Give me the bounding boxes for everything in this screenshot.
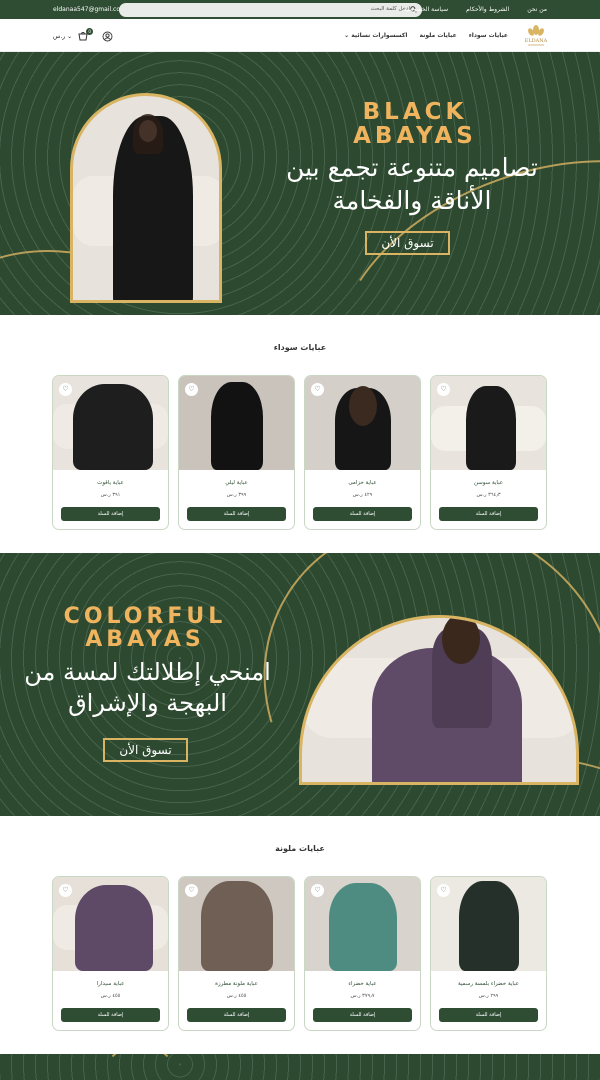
product-card[interactable]: ♡ عباية ملونة مطرزة ٤٥٥ ر.س إضافة للسلة (178, 876, 295, 1031)
add-to-cart-button[interactable]: إضافة للسلة (187, 507, 286, 521)
hero-title-line1: COLORFUL (63, 604, 227, 629)
hero-banner-colorful-abayas: COLORFUL ABAYAS امنحي إطلالتك لمسة من ال… (0, 553, 600, 816)
cart-count-badge: 0 (86, 28, 94, 35)
add-to-cart-button[interactable]: إضافة للسلة (439, 1008, 538, 1022)
product-card[interactable]: ♡ عباية خزامى ٤٢٩ ر.س إضافة للسلة (304, 375, 421, 530)
chevron-down-icon: ⌄ (67, 33, 73, 40)
product-card[interactable]: ♡ عباية خضراء بلمسة رسمية ٢٩٩ ر.س إضافة … (430, 876, 547, 1031)
wishlist-heart-icon[interactable]: ♡ (185, 383, 198, 396)
add-to-cart-button[interactable]: إضافة للسلة (61, 507, 160, 521)
section-title-colored-abayas: عبايات ملونة (275, 844, 325, 853)
product-card[interactable]: ♡ عباية ليلي ٣٩٩ ر.س إضافة للسلة (178, 375, 295, 530)
product-name[interactable]: عباية خضراء (305, 981, 420, 987)
wishlist-heart-icon[interactable]: ♡ (311, 383, 324, 396)
product-price: ٤٢٩ ر.س (352, 492, 373, 498)
nav-actions: ر.س ⌄ 0 (53, 28, 113, 42)
add-to-cart-button[interactable]: إضافة للسلة (187, 1008, 286, 1022)
link-privacy[interactable]: سياسة الخصوصية (403, 6, 448, 13)
contact-email[interactable]: eldanaa547@gmail.com (53, 6, 126, 13)
hero-title-line2: ABAYAS (353, 123, 477, 150)
hero-english-title: COLORFUL ABAYAS (60, 605, 230, 651)
model-image (459, 881, 519, 971)
hero-title-line1: BLACK (362, 99, 468, 125)
link-about[interactable]: من نحن (527, 6, 547, 13)
top-bar: eldanaa547@gmail.com ادخل كلمة البحث من … (0, 0, 600, 19)
product-price: ٤٥٥ ر.س (226, 993, 247, 999)
model-hair (349, 386, 377, 426)
product-name[interactable]: عباية خضراء بلمسة رسمية (431, 981, 546, 987)
hero-subtitle-line2: الأناقة والفخامة (332, 185, 492, 215)
hero-subtitle-line2: البهجة والإشراق (68, 689, 227, 718)
wishlist-heart-icon[interactable]: ♡ (311, 884, 324, 897)
model-image (466, 386, 516, 470)
wishlist-heart-icon[interactable]: ♡ (59, 383, 72, 396)
shop-now-button[interactable]: تسوق الأن (365, 231, 450, 255)
shop-now-button[interactable]: تسوق الأن (103, 738, 188, 762)
product-name[interactable]: عباية سوسن (431, 480, 546, 486)
wishlist-heart-icon[interactable]: ♡ (185, 884, 198, 897)
product-name[interactable]: عباية ياقوت (53, 480, 168, 486)
section-title-black-abayas: عبايات سوداء (273, 343, 327, 352)
gold-decoration (100, 1054, 180, 1080)
model-image (329, 883, 397, 971)
hero-arabic-title: امنحي إطلالتك لمسة من البهجة والإشراق (0, 657, 295, 719)
nav-accessories[interactable]: اكسسوارات نسائية ⌄ (344, 32, 407, 39)
hero-arabic-title: تصاميم متنوعة تجمع بين الأناقة والفخامة (262, 152, 562, 217)
model-image (211, 382, 263, 470)
nav-accessories-label: اكسسوارات نسائية (351, 32, 408, 39)
model-image (73, 384, 153, 470)
cart-button[interactable]: 0 (78, 28, 94, 41)
nav-links: عبايات سوداء عبايات ملونة اكسسوارات نسائ… (344, 32, 508, 39)
product-price: ٤٥٥ ر.س (100, 993, 121, 999)
chevron-down-icon: ⌄ (344, 32, 350, 39)
hero-image-frame (70, 93, 222, 303)
hero-english-title: BLACK ABAYAS (340, 100, 490, 148)
product-price: ٣٧٩٫٧ ر.س (350, 993, 375, 999)
nav-black-abayas[interactable]: عبايات سوداء (469, 32, 508, 39)
model-hair (133, 114, 163, 154)
product-name[interactable]: عباية خزامى (305, 480, 420, 486)
currency-label: ر.س (53, 33, 66, 40)
product-price: ٣٦٤٫٣ ر.س (476, 492, 501, 498)
wishlist-heart-icon[interactable]: ♡ (437, 383, 450, 396)
add-to-cart-button[interactable]: إضافة للسلة (439, 507, 538, 521)
wishlist-heart-icon[interactable]: ♡ (59, 884, 72, 897)
product-price: ٣٩١ ر.س (100, 492, 121, 498)
link-terms[interactable]: الشروط والأحكام (466, 6, 509, 13)
currency-selector[interactable]: ر.س ⌄ (53, 33, 72, 40)
product-card[interactable]: ♡ عباية سوسن ٣٦٤٫٣ ر.س إضافة للسلة (430, 375, 547, 530)
brand-logo[interactable]: ELDANA (522, 23, 550, 48)
search-input[interactable]: ادخل كلمة البحث (119, 3, 422, 17)
product-card[interactable]: ♡ عباية سيدارا ٤٥٥ ر.س إضافة للسلة (52, 876, 169, 1031)
nav-colored-abayas[interactable]: عبايات ملونة (419, 32, 456, 39)
user-icon[interactable] (102, 31, 113, 42)
hero-banner-black-abayas: BLACK ABAYAS تصاميم متنوعة تجمع بين الأن… (0, 52, 600, 315)
wishlist-heart-icon[interactable]: ♡ (437, 884, 450, 897)
product-price: ٣٩٩ ر.س (226, 492, 247, 498)
product-name[interactable]: عباية ليلي (179, 480, 294, 486)
model-image (201, 881, 273, 971)
hero-subtitle-line1: تصاميم متنوعة تجمع بين (286, 153, 538, 182)
product-name[interactable]: عباية ملونة مطرزة (179, 981, 294, 987)
hero-title-line2: ABAYAS (85, 627, 205, 653)
add-to-cart-button[interactable]: إضافة للسلة (61, 1008, 160, 1022)
product-price: ٢٩٩ ر.س (478, 993, 499, 999)
svg-text:ELDANA: ELDANA (525, 38, 548, 44)
hero-banner-partial (0, 1054, 600, 1080)
top-links: من نحن الشروط والأحكام سياسة الخصوصية (403, 6, 547, 13)
background-pattern (0, 1054, 600, 1080)
product-card[interactable]: ♡ عباية ياقوت ٣٩١ ر.س إضافة للسلة (52, 375, 169, 530)
hero-subtitle-line1: امنحي إطلالتك لمسة من (24, 658, 271, 686)
main-navbar: ELDANA عبايات سوداء عبايات ملونة اكسسوار… (0, 19, 600, 52)
add-to-cart-button[interactable]: إضافة للسلة (313, 507, 412, 521)
model-image (75, 885, 153, 971)
model-hair (442, 618, 480, 664)
product-name[interactable]: عباية سيدارا (53, 981, 168, 987)
product-card[interactable]: ♡ عباية خضراء ٣٧٩٫٧ ر.س إضافة للسلة (304, 876, 421, 1031)
add-to-cart-button[interactable]: إضافة للسلة (313, 1008, 412, 1022)
